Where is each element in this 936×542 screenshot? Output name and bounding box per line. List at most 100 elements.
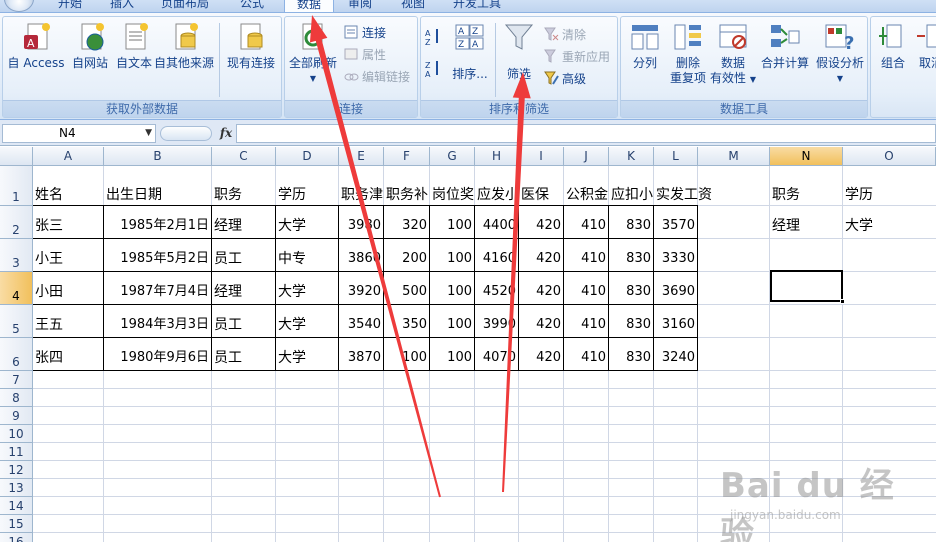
table-cell[interactable]: 500 [386, 283, 427, 301]
table-header-cell[interactable]: 职务津 [341, 186, 384, 204]
table-cell[interactable]: 3540 [341, 316, 381, 334]
table-cell[interactable]: 320 [386, 217, 427, 235]
table-cell[interactable]: 经理 [214, 283, 242, 301]
row-header-16[interactable]: 16 [0, 533, 33, 542]
table-cell[interactable]: 100 [386, 349, 427, 367]
table-cell[interactable]: 200 [386, 250, 427, 268]
column-header-j[interactable]: J [564, 147, 609, 166]
sort-button[interactable]: AZZA 排序... [449, 21, 491, 82]
criteria-header-cell[interactable]: 学历 [845, 186, 873, 204]
table-cell[interactable]: 员工 [214, 250, 242, 268]
formula-bar-expander[interactable] [160, 126, 212, 141]
table-cell[interactable]: 4400 [477, 217, 516, 235]
office-button[interactable] [4, 0, 34, 12]
from-other-sources-button[interactable]: 自其他来源 [153, 21, 215, 71]
column-header-h[interactable]: H [475, 147, 519, 166]
existing-connections-button[interactable]: 现有连接 [223, 21, 279, 71]
row-header-3[interactable]: 3 [0, 239, 33, 272]
table-cell[interactable]: 4160 [477, 250, 516, 268]
table-cell[interactable]: 3240 [656, 349, 695, 367]
column-header-d[interactable]: D [276, 147, 339, 166]
consolidate-button[interactable]: 合并计算 [757, 21, 813, 71]
table-cell[interactable]: 大学 [278, 349, 306, 367]
group-button[interactable]: 组合 [875, 21, 911, 71]
table-header-cell[interactable]: 实发工资 [656, 186, 712, 204]
chevron-down-icon[interactable]: ▼ [145, 125, 152, 142]
criteria-value-cell[interactable]: 经理 [772, 217, 800, 235]
table-cell[interactable]: 830 [611, 250, 651, 268]
table-cell[interactable]: 中专 [278, 250, 306, 268]
sort-ascending-button[interactable]: AZ [425, 27, 444, 47]
table-cell[interactable]: 经理 [214, 217, 242, 235]
table-cell[interactable]: 员工 [214, 349, 242, 367]
row-header-9[interactable]: 9 [0, 407, 33, 425]
from-text-button[interactable]: 自文本 [111, 21, 157, 71]
column-header-m[interactable]: M [698, 147, 770, 166]
table-cell[interactable]: 4070 [477, 349, 516, 367]
table-cell[interactable]: 小田 [35, 283, 63, 301]
row-header-6[interactable]: 6 [0, 338, 33, 371]
fill-handle[interactable] [840, 299, 845, 304]
table-cell[interactable]: 大学 [278, 217, 306, 235]
name-box[interactable]: N4 ▼ [2, 124, 156, 143]
table-header-cell[interactable]: 出生日期 [106, 186, 212, 204]
table-cell[interactable]: 420 [521, 283, 561, 301]
from-access-button[interactable]: A 自 Access [5, 21, 67, 71]
column-header-k[interactable]: K [609, 147, 654, 166]
table-cell[interactable]: 张三 [35, 217, 63, 235]
data-validation-button[interactable]: 数据 有效性 ▼ [709, 21, 757, 87]
table-cell[interactable]: 350 [386, 316, 427, 334]
tab-data[interactable]: 数据 [284, 0, 334, 12]
table-cell[interactable]: 830 [611, 349, 651, 367]
table-cell[interactable]: 小王 [35, 250, 63, 268]
table-cell[interactable]: 3870 [341, 349, 381, 367]
column-header-a[interactable]: A [33, 147, 104, 166]
clear-filter-button[interactable]: 清除 [543, 25, 586, 45]
table-cell[interactable]: 张四 [35, 349, 63, 367]
sort-descending-button[interactable]: ZA [425, 59, 444, 79]
table-header-cell[interactable]: 岗位奖 [432, 186, 475, 204]
what-if-analysis-button[interactable]: ? 假设分析 ▼ [813, 21, 867, 86]
table-header-cell[interactable]: 学历 [278, 186, 339, 204]
table-cell[interactable]: 100 [432, 349, 472, 367]
table-header-cell[interactable]: 应扣小 [611, 186, 654, 204]
table-cell[interactable]: 410 [566, 316, 606, 334]
reapply-button[interactable]: 重新应用 [543, 47, 610, 67]
table-cell[interactable]: 410 [566, 349, 606, 367]
row-header-13[interactable]: 13 [0, 479, 33, 497]
row-header-5[interactable]: 5 [0, 305, 33, 338]
table-cell[interactable]: 410 [566, 217, 606, 235]
table-cell[interactable]: 大学 [278, 283, 306, 301]
table-cell[interactable]: 3570 [656, 217, 695, 235]
active-cell-n4[interactable] [770, 270, 843, 302]
row-header-15[interactable]: 15 [0, 515, 33, 533]
tab-formulas[interactable]: 公式 [228, 0, 276, 12]
column-header-f[interactable]: F [384, 147, 430, 166]
table-cell[interactable]: 员工 [214, 316, 242, 334]
table-cell[interactable]: 3980 [341, 217, 381, 235]
table-cell[interactable]: 1987年7月4日 [106, 283, 209, 301]
table-cell[interactable]: 420 [521, 316, 561, 334]
table-header-cell[interactable]: 公积金 [566, 186, 609, 204]
table-cell[interactable]: 1980年9月6日 [106, 349, 209, 367]
advanced-filter-button[interactable]: 高级 [543, 69, 586, 89]
row-header-2[interactable]: 2 [0, 206, 33, 239]
tab-page-layout[interactable]: 页面布局 [150, 0, 220, 12]
criteria-value-cell[interactable]: 大学 [845, 217, 873, 235]
row-header-14[interactable]: 14 [0, 497, 33, 515]
table-cell[interactable]: 3690 [656, 283, 695, 301]
row-header-10[interactable]: 10 [0, 425, 33, 443]
table-cell[interactable]: 大学 [278, 316, 306, 334]
table-cell[interactable]: 王五 [35, 316, 63, 334]
row-header-4[interactable]: 4 [0, 272, 33, 305]
table-header-cell[interactable]: 医保 [521, 186, 564, 204]
table-cell[interactable]: 830 [611, 283, 651, 301]
remove-duplicates-button[interactable]: 删除 重复项 [667, 21, 709, 86]
criteria-header-cell[interactable]: 职务 [772, 186, 800, 204]
column-header-e[interactable]: E [339, 147, 384, 166]
row-header-12[interactable]: 12 [0, 461, 33, 479]
table-header-cell[interactable]: 姓名 [35, 186, 104, 204]
tab-home[interactable]: 开始 [48, 0, 92, 12]
table-header-cell[interactable]: 职务补 [386, 186, 430, 204]
column-header-g[interactable]: G [430, 147, 475, 166]
